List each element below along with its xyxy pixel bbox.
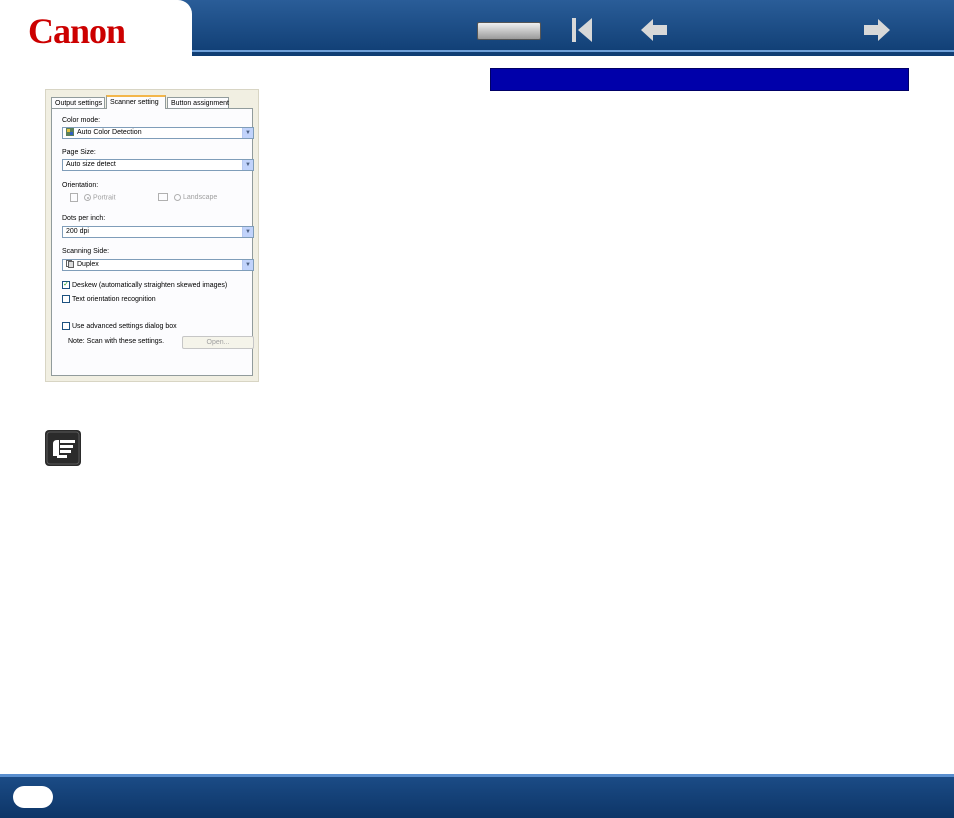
scanning-side-value: Duplex (77, 261, 99, 268)
first-page-icon[interactable] (568, 16, 598, 44)
portrait-page-icon (70, 193, 78, 202)
landscape-option[interactable]: Landscape (158, 193, 217, 201)
deskew-text: Deskew (automatically straighten skewed … (72, 281, 228, 289)
color-mode-icon (66, 128, 74, 137)
text-orientation-text: Text orientation recognition (72, 295, 156, 303)
footer-divider (0, 774, 954, 777)
previous-page-icon[interactable] (639, 16, 669, 44)
page-size-label: Page Size: (62, 149, 96, 156)
deskew-option[interactable]: ✓ Deskew (automatically straighten skewed… (62, 281, 227, 289)
text-orientation-checkbox[interactable] (62, 295, 70, 303)
dpi-value: 200 dpi (66, 228, 89, 235)
scanner-settings-dialog: Output settings Scanner setting Button a… (45, 89, 259, 382)
page-size-value: Auto size detect (66, 161, 116, 168)
header-divider (192, 50, 954, 52)
duplex-icon (66, 260, 74, 269)
logo-container: Canon (0, 0, 192, 56)
portrait-option[interactable]: Portrait (70, 193, 116, 202)
footer-bar (0, 774, 954, 818)
portrait-text: Portrait (93, 194, 116, 202)
chevron-down-icon[interactable]: ▼ (242, 128, 253, 138)
chevron-down-icon[interactable]: ▼ (242, 260, 253, 270)
color-mode-select[interactable]: Auto Color Detection ▼ (62, 127, 254, 139)
advanced-settings-option[interactable]: Use advanced settings dialog box (62, 322, 177, 330)
tab-button-assignment[interactable]: Button assignment (167, 97, 229, 108)
open-button[interactable]: Open... (182, 336, 254, 349)
tab-scanner-setting[interactable]: Scanner setting (106, 95, 166, 109)
canon-logo: Canon (28, 11, 126, 51)
next-page-icon[interactable] (862, 16, 892, 44)
scan-note: Note: Scan with these settings. (68, 338, 165, 345)
hint-pointing-hand-icon (45, 430, 81, 466)
tab-panel: Color mode: Auto Color Detection ▼ Page … (51, 108, 254, 376)
tab-output-settings[interactable]: Output settings (51, 97, 105, 108)
page-size-select[interactable]: Auto size detect ▼ (62, 159, 254, 171)
orientation-label: Orientation: (62, 182, 99, 189)
scanning-side-label: Scanning Side: (62, 248, 110, 255)
landscape-text: Landscape (183, 193, 218, 201)
chevron-down-icon[interactable]: ▼ (242, 160, 253, 170)
dpi-label: Dots per inch: (62, 215, 106, 222)
text-orientation-option[interactable]: Text orientation recognition (62, 295, 156, 303)
chevron-down-icon[interactable]: ▼ (242, 227, 253, 237)
deskew-checkbox[interactable]: ✓ (62, 281, 70, 289)
advanced-settings-checkbox[interactable] (62, 322, 70, 330)
color-mode-label: Color mode: (62, 117, 101, 124)
color-mode-value: Auto Color Detection (77, 129, 142, 136)
section-title-bar (490, 68, 909, 91)
advanced-settings-text: Use advanced settings dialog box (72, 322, 177, 330)
scanning-side-select[interactable]: Duplex ▼ (62, 259, 254, 271)
dpi-select[interactable]: 200 dpi ▼ (62, 226, 254, 238)
portrait-radio[interactable] (84, 194, 91, 201)
landscape-radio[interactable] (174, 193, 181, 201)
landscape-page-icon (158, 193, 168, 201)
top-of-page-button[interactable] (477, 22, 541, 40)
page-number-pill (13, 786, 53, 808)
